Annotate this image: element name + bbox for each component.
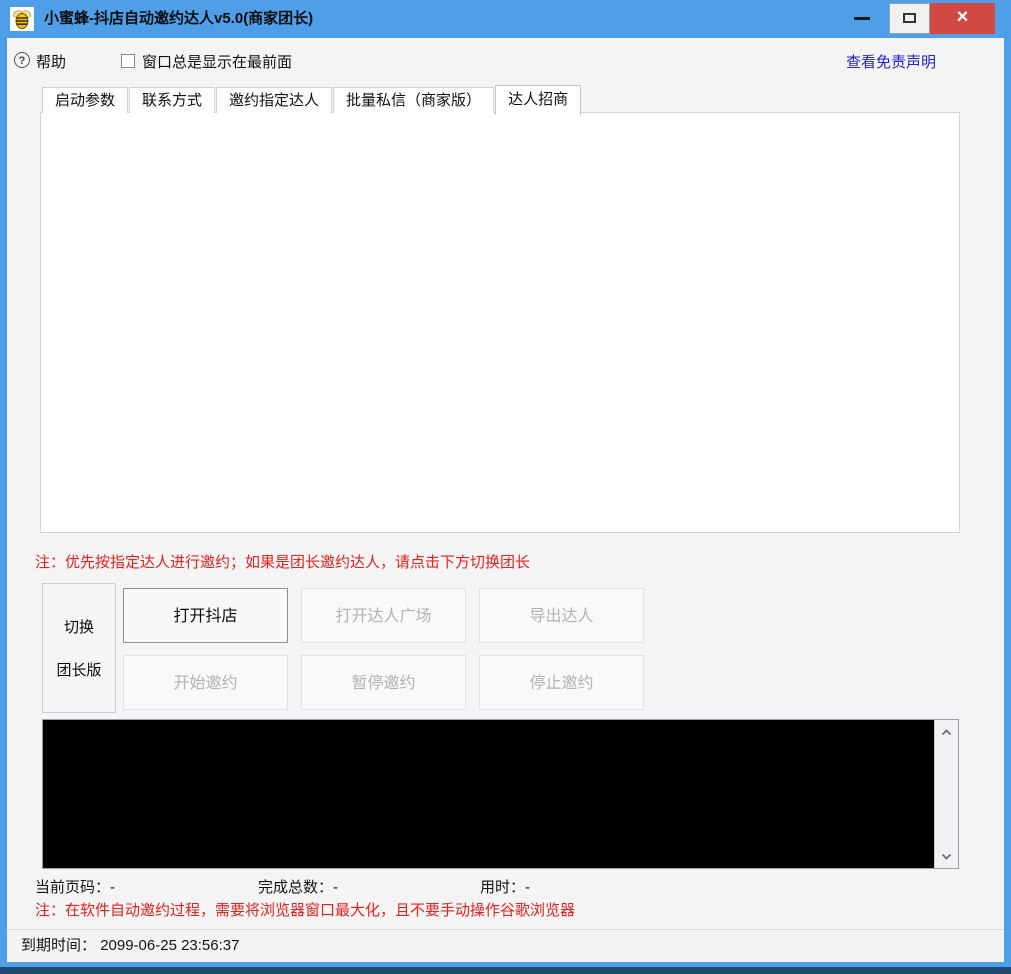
app-window: 小蜜蜂-抖店自动邀约达人v5.0(商家团长) × ? 帮助 窗口总是显示在最前面… [0,0,1011,974]
close-icon: × [930,3,995,34]
close-button[interactable]: × [930,3,995,34]
tab-batch-pm-merchant[interactable]: 批量私信（商家版） [333,87,494,113]
tab-invite-specified[interactable]: 邀约指定达人 [216,87,332,113]
always-on-top-checkbox[interactable] [121,54,135,68]
completed-total-stat: 完成总数：- [258,876,338,897]
completed-total-value: - [333,879,338,896]
log-console [42,719,959,869]
completed-total-label: 完成总数： [258,879,333,896]
elapsed-time-label: 用时： [480,879,525,896]
elapsed-time-stat: 用时：- [480,876,530,897]
app-icon [10,7,34,31]
pause-invite-button[interactable]: 暂停邀约 [301,655,466,710]
tab-talent-recruitment[interactable]: 达人招商 [495,85,581,115]
elapsed-time-value: - [525,879,530,896]
tab-startup-params[interactable]: 启动参数 [42,87,128,113]
invite-priority-note: 注：优先按指定达人进行邀约；如果是团长邀约达人，请点击下方切换团长 [35,551,530,572]
tab-contact-method[interactable]: 联系方式 [129,87,215,113]
minimize-button[interactable] [840,0,884,38]
switch-leader-button[interactable]: 切换 团长版 [42,583,116,713]
help-button[interactable]: 帮助 [36,51,66,72]
window-bottom-edge [0,967,1011,974]
log-output[interactable] [43,720,934,868]
switch-leader-line2: 团长版 [56,659,101,680]
scroll-down-button[interactable] [935,846,957,866]
scroll-up-button[interactable] [935,722,957,742]
switch-leader-line1: 切换 [64,616,94,637]
expiry-label: 到期时间： [21,937,96,954]
current-page-value: - [110,879,115,896]
talent-recruitment-panel [40,112,960,533]
expiry-time: 到期时间： 2099-06-25 23:56:37 [21,930,239,962]
window-title: 小蜜蜂-抖店自动邀约达人v5.0(商家团长) [44,0,313,38]
current-page-stat: 当前页码：- [35,876,115,897]
chevron-down-icon [941,853,952,860]
log-scrollbar[interactable] [934,720,958,868]
stop-invite-button[interactable]: 停止邀约 [479,655,644,710]
titlebar: 小蜜蜂-抖店自动邀约达人v5.0(商家团长) × [0,0,1011,38]
disclaimer-link[interactable]: 查看免责声明 [846,51,936,72]
maximize-button[interactable] [889,3,930,34]
open-shop-button[interactable]: 打开抖店 [123,588,288,643]
tab-bar: 启动参数 联系方式 邀约指定达人 批量私信（商家版） 达人招商 [42,85,582,114]
minimize-icon [854,17,870,20]
export-talents-button[interactable]: 导出达人 [479,588,644,643]
always-on-top-label: 窗口总是显示在最前面 [142,51,292,72]
browser-warning-note: 注：在软件自动邀约过程，需要将浏览器窗口最大化，且不要手动操作谷歌浏览器 [35,899,575,920]
chevron-up-icon [941,729,952,736]
maximize-icon [903,13,916,23]
help-icon: ? [14,52,30,68]
open-talent-plaza-button[interactable]: 打开达人广场 [301,588,466,643]
expiry-value: 2099-06-25 23:56:37 [100,937,239,954]
start-invite-button[interactable]: 开始邀约 [123,655,288,710]
current-page-label: 当前页码： [35,879,110,896]
statusbar: 到期时间： 2099-06-25 23:56:37 [7,929,1004,962]
bee-icon [10,18,34,35]
